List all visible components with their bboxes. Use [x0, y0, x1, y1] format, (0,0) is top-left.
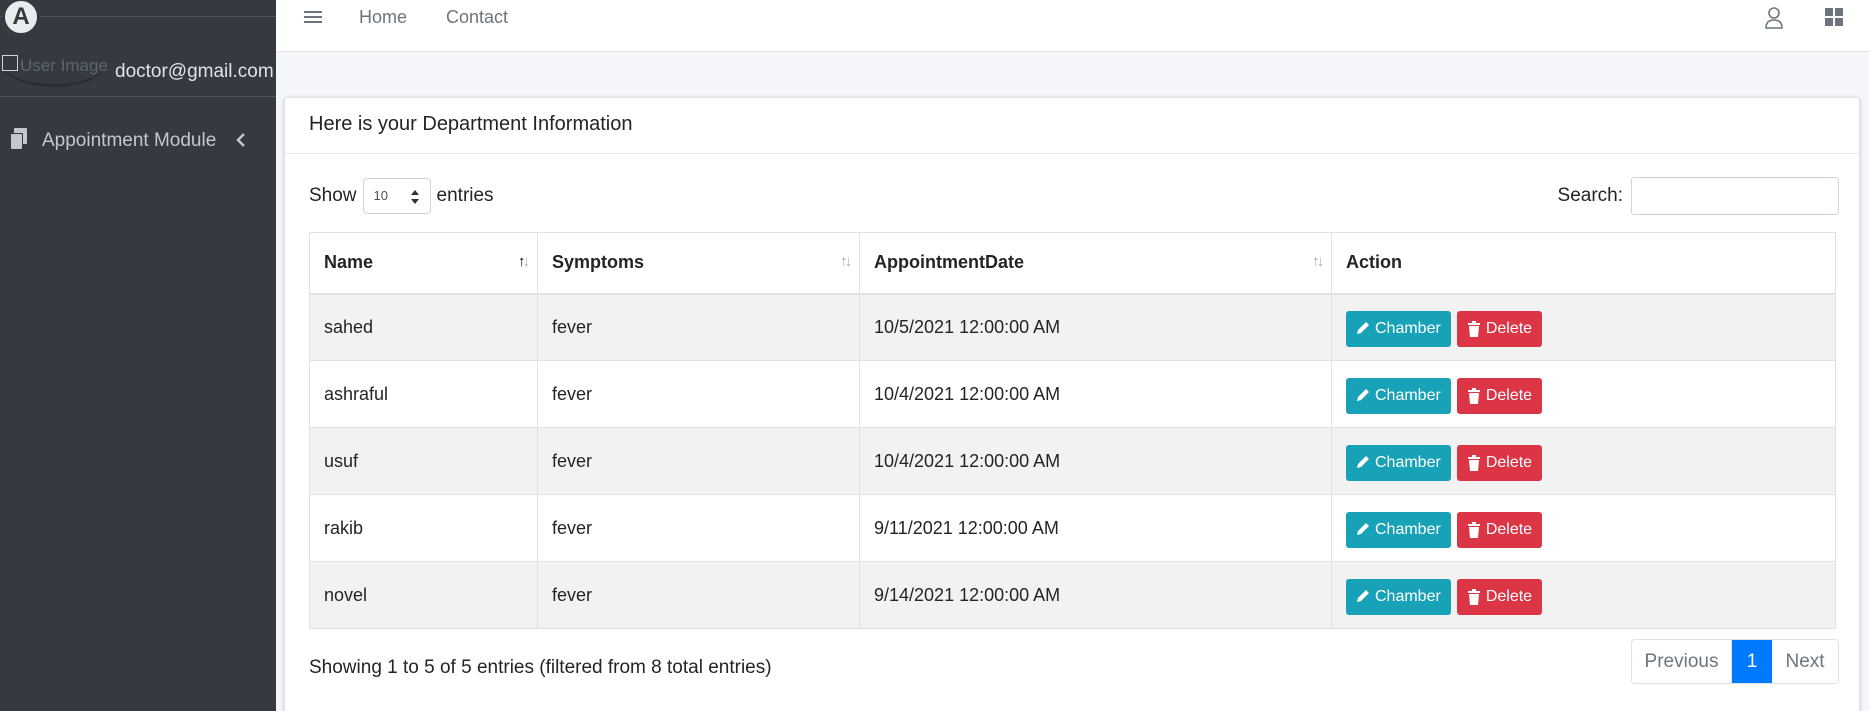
pencil-icon: [1357, 523, 1369, 535]
pencil-icon: [1357, 456, 1369, 468]
cell-symptoms: fever: [537, 427, 860, 495]
chamber-button[interactable]: Chamber: [1346, 512, 1451, 548]
nav-link-contact[interactable]: Contact: [446, 7, 508, 28]
search-control: Search:: [1558, 177, 1839, 215]
main-sidebar: A User Image doctor@gmail.com Appointmen…: [0, 0, 276, 711]
user-icon[interactable]: [1764, 7, 1784, 29]
copy-icon: [10, 128, 27, 150]
cell-symptoms: fever: [537, 561, 860, 629]
column-header-name[interactable]: Name ↑↓: [309, 232, 538, 295]
nav-link-home[interactable]: Home: [359, 7, 407, 28]
page-length-value: 10: [373, 188, 388, 203]
cell-symptoms: fever: [537, 293, 860, 361]
sidebar-item-appointment-module[interactable]: Appointment Module: [0, 124, 276, 158]
pagination-next[interactable]: Next: [1772, 640, 1838, 683]
sidebar-item-label: Appointment Module: [42, 130, 217, 151]
trash-icon: [1467, 522, 1480, 538]
grid-apps-icon[interactable]: [1824, 7, 1844, 27]
cell-appointment-date: 10/5/2021 12:00:00 AM: [859, 293, 1332, 361]
user-image[interactable]: User Image: [2, 39, 108, 87]
delete-button[interactable]: Delete: [1456, 378, 1543, 414]
broken-image-icon: [2, 55, 18, 71]
trash-icon: [1467, 589, 1480, 605]
sort-icon: ↑↓: [840, 253, 852, 270]
cell-name: rakib: [309, 494, 538, 562]
cell-appointment-date: 10/4/2021 12:00:00 AM: [859, 360, 1332, 428]
search-label: Search:: [1557, 185, 1623, 206]
trash-icon: [1467, 321, 1480, 338]
trash-icon: [1467, 455, 1480, 471]
pagination-page[interactable]: 1: [1732, 640, 1772, 683]
cell-actions: Chamber Delete: [1331, 561, 1836, 629]
cell-name: usuf: [309, 427, 538, 495]
pencil-icon: [1357, 389, 1369, 401]
page-length-select[interactable]: 10: [362, 178, 431, 214]
delete-button[interactable]: Delete: [1456, 445, 1543, 481]
user-image-alt-text: User Image: [20, 56, 108, 75]
delete-button[interactable]: Delete: [1456, 311, 1543, 348]
cell-appointment-date: 9/11/2021 12:00:00 AM: [859, 494, 1332, 562]
table-row: novel fever 9/14/2021 12:00:00 AM Chamber D…: [309, 561, 1836, 629]
column-header-appointment-date[interactable]: AppointmentDate ↑↓: [859, 232, 1332, 295]
cell-name: ashraful: [309, 360, 538, 428]
brand: A: [0, 0, 276, 36]
chamber-button[interactable]: Chamber: [1346, 445, 1451, 481]
department-card: Here is your Department Information Show…: [284, 97, 1860, 711]
column-header-symptoms[interactable]: Symptoms ↑↓: [537, 232, 860, 295]
chamber-button[interactable]: Chamber: [1346, 311, 1451, 348]
table-row: usuf fever 10/4/2021 12:00:00 AM Chamber De…: [309, 427, 1836, 495]
pencil-icon: [1357, 590, 1369, 602]
sort-icon: ↑↓: [1312, 253, 1324, 270]
user-panel: User Image doctor@gmail.com: [0, 17, 276, 97]
table-row: ashraful fever 10/4/2021 12:00:00 AM Chambe…: [309, 360, 1836, 428]
menu-toggle-icon[interactable]: [304, 8, 324, 26]
delete-button[interactable]: Delete: [1456, 579, 1543, 615]
cell-appointment-date: 9/14/2021 12:00:00 AM: [859, 561, 1332, 629]
cell-actions: Chamber Delete: [1331, 427, 1836, 495]
cell-symptoms: fever: [537, 360, 860, 428]
pagination: Previous 1 Next: [1631, 639, 1839, 684]
appointments-table: Name ↑↓ Symptoms ↑↓ AppointmentDate ↑↓ A…: [309, 232, 1836, 629]
select-arrows-icon: [410, 190, 419, 204]
table-row: rakib fever 9/11/2021 12:00:00 AM Chamber D…: [309, 494, 1836, 562]
table-info: Showing 1 to 5 of 5 entries (filtered fr…: [309, 657, 772, 678]
cell-appointment-date: 10/4/2021 12:00:00 AM: [859, 427, 1332, 495]
top-navbar: Home Contact: [276, 0, 1869, 52]
cell-actions: Chamber Delete: [1331, 293, 1836, 361]
table-header-row: Name ↑↓ Symptoms ↑↓ AppointmentDate ↑↓ A…: [309, 232, 1836, 295]
entries-label: entries: [436, 185, 494, 206]
chamber-button[interactable]: Chamber: [1346, 579, 1451, 615]
delete-button[interactable]: Delete: [1456, 512, 1543, 548]
pencil-icon: [1357, 322, 1369, 335]
cell-actions: Chamber Delete: [1331, 494, 1836, 562]
cell-actions: Chamber Delete: [1331, 360, 1836, 428]
cell-name: sahed: [309, 293, 538, 361]
page-length-control: Show 10 entries: [309, 178, 494, 214]
table-row: sahed fever 10/5/2021 12:00:00 AM Chamber D…: [309, 293, 1836, 361]
cell-name: novel: [309, 561, 538, 629]
chamber-button[interactable]: Chamber: [1346, 378, 1451, 414]
search-input[interactable]: [1631, 177, 1839, 215]
show-label: Show: [309, 185, 357, 206]
sort-asc-icon: ↑↓: [518, 253, 530, 270]
chevron-left-icon[interactable]: [235, 132, 247, 148]
user-email-link[interactable]: doctor@gmail.com: [115, 61, 273, 83]
pagination-previous[interactable]: Previous: [1632, 640, 1732, 683]
trash-icon: [1467, 388, 1480, 404]
cell-symptoms: fever: [537, 494, 860, 562]
column-header-action: Action: [1331, 232, 1836, 295]
card-title: Here is your Department Information: [285, 98, 1859, 154]
